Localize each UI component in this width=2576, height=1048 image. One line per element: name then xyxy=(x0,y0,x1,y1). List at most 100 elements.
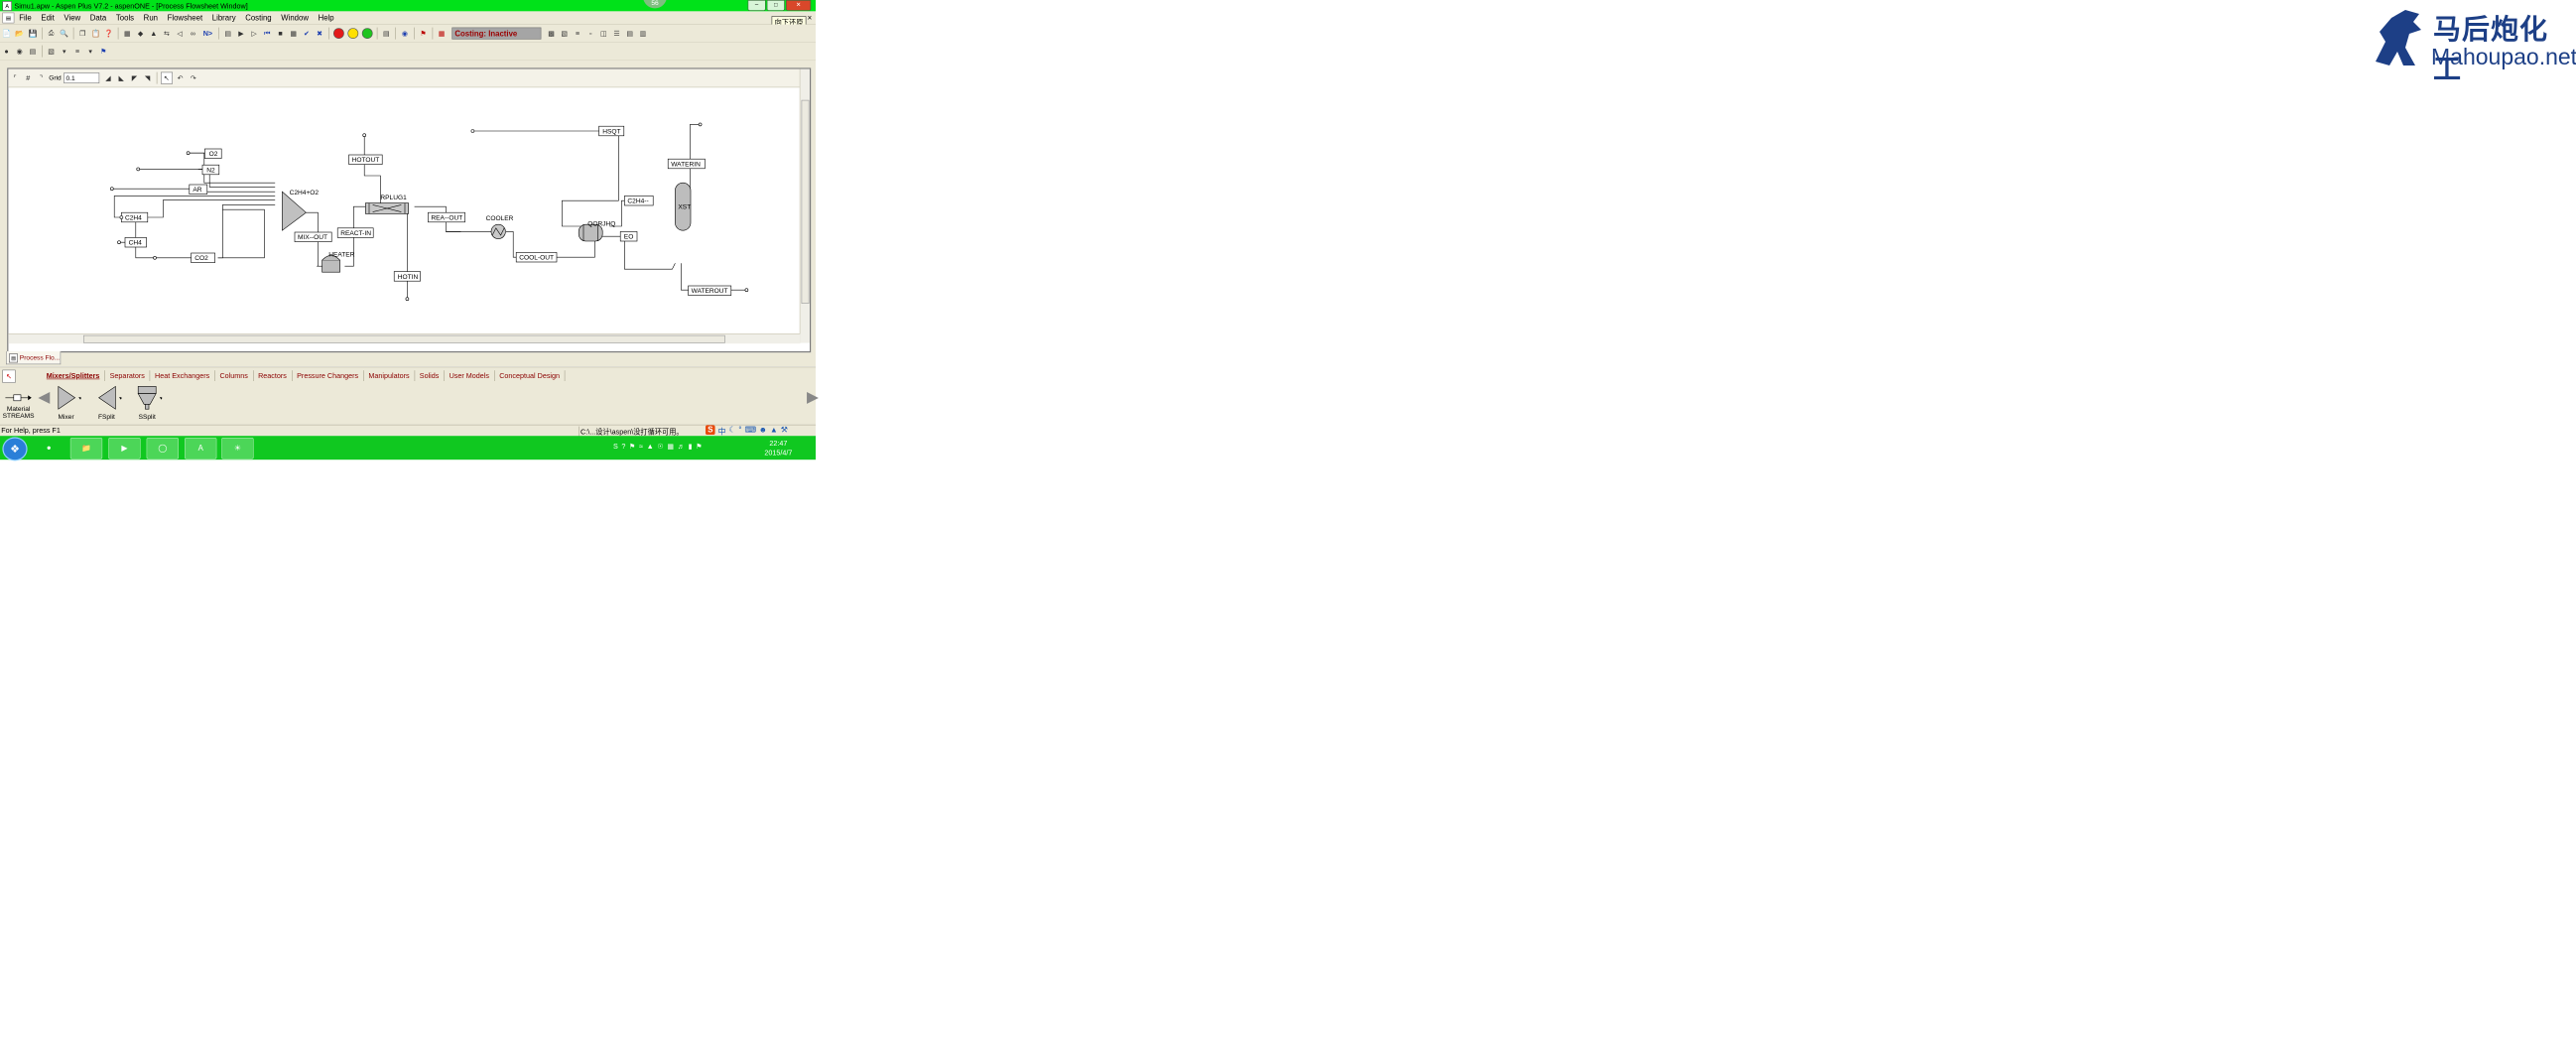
cancel-run-icon[interactable]: ✖ xyxy=(315,28,325,39)
mixer-model[interactable]: Mixer xyxy=(48,384,84,421)
open-folder-icon[interactable]: 📂 xyxy=(14,28,25,39)
stream-label-c2h4[interactable]: C2H4 xyxy=(125,214,142,221)
mdi-close-button[interactable]: × xyxy=(808,13,813,22)
close-button[interactable]: ✕ xyxy=(786,0,812,11)
units-flag-icon[interactable]: ⚑ xyxy=(98,46,109,57)
taskbar-media-player-icon[interactable]: ▶ xyxy=(108,438,141,459)
grid-size-select[interactable]: 0.1 xyxy=(64,72,100,83)
cost-evaluate-icon[interactable]: ▫ xyxy=(585,28,596,39)
process-flowsheet-tab[interactable]: ▤ Process Flo... xyxy=(6,351,62,365)
stream-label-hotin[interactable]: HOTIN xyxy=(398,274,419,281)
tab-conceptual-design[interactable]: Conceptual Design xyxy=(494,370,566,381)
menu-file[interactable]: File xyxy=(14,13,36,22)
ime-punctuation-icon[interactable]: ° xyxy=(738,425,741,436)
status-light-green-icon[interactable] xyxy=(361,27,373,39)
analysis-icon[interactable]: ▤ xyxy=(381,28,392,39)
menu-library[interactable]: Library xyxy=(207,13,240,22)
tab-reactors[interactable]: Reactors xyxy=(253,370,293,381)
select-pointer-icon[interactable]: ↖ xyxy=(160,71,173,84)
undo-icon[interactable]: ↶ xyxy=(175,72,186,83)
reinitialize-icon[interactable]: ⏮ xyxy=(262,28,273,39)
tray-action-center-icon[interactable]: ⚑ xyxy=(696,442,702,450)
grid-toggle-icon[interactable]: # xyxy=(23,72,34,83)
tab-pressure-changers[interactable]: Pressure Changers xyxy=(292,370,364,381)
cost-size-icon[interactable]: ≡ xyxy=(573,28,583,39)
stop-icon[interactable]: ■ xyxy=(275,28,286,39)
minimize-button[interactable]: – xyxy=(747,0,766,11)
vertical-scrollbar[interactable] xyxy=(799,68,811,343)
cost-list-icon[interactable]: ☰ xyxy=(611,28,622,39)
stream-label-cool-out[interactable]: COOL-OUT xyxy=(519,255,554,262)
stream-label-waterout[interactable]: WATEROUT xyxy=(692,288,728,295)
tray-show-hidden-icon[interactable]: ▲ xyxy=(647,442,654,450)
dropdown-arrow-icon[interactable]: ▾ xyxy=(59,46,69,57)
print-icon[interactable]: ⎙ xyxy=(46,28,57,39)
resize-icon[interactable]: ◥ xyxy=(142,72,153,83)
plot-icon[interactable]: ▤ xyxy=(28,46,39,57)
dropdown-arrow-icon[interactable]: ▾ xyxy=(85,46,96,57)
sogou-ime-icon[interactable]: S xyxy=(706,425,715,436)
draw-stream-icon[interactable]: ⌜ xyxy=(10,72,21,83)
tray-sogou-icon[interactable]: S xyxy=(613,442,618,450)
streams-icon[interactable]: ⇆ xyxy=(162,28,173,39)
taskbar-app-1[interactable]: ● xyxy=(34,438,64,458)
stream-label-hotout[interactable]: HOTOUT xyxy=(352,157,380,164)
tab-columns[interactable]: Columns xyxy=(215,370,254,381)
tab-separators[interactable]: Separators xyxy=(105,370,151,381)
snap-icon[interactable]: ⌝ xyxy=(36,72,47,83)
align-icon[interactable]: ◢ xyxy=(103,72,114,83)
maximize-button[interactable]: □ xyxy=(766,0,785,11)
cooler-block-icon[interactable] xyxy=(490,223,506,239)
cost-equipment-icon[interactable]: ▩ xyxy=(546,28,557,39)
flag-icon[interactable]: ⚑ xyxy=(418,28,429,39)
stream-label-waterin[interactable]: WATERIN xyxy=(671,161,701,168)
stream-label-hsqt[interactable]: HSQT xyxy=(602,128,620,135)
taskbar-app-6[interactable]: ☀ xyxy=(221,438,254,459)
ssplit-model[interactable]: SSplit xyxy=(129,384,166,421)
status-light-yellow-icon[interactable] xyxy=(347,27,359,39)
cost-report-icon[interactable]: ▤ xyxy=(624,28,635,39)
components-icon[interactable]: ◆ xyxy=(135,28,146,39)
data-browser-icon[interactable]: ◉ xyxy=(14,46,25,57)
tray-signal-icon[interactable]: ▮ xyxy=(689,442,693,450)
cost-export-icon[interactable]: ▥ xyxy=(638,28,649,39)
help-pointer-icon[interactable]: ❓ xyxy=(103,28,114,39)
horizontal-scrollbar[interactable] xyxy=(8,333,801,344)
menu-help[interactable]: Help xyxy=(314,13,339,22)
menu-view[interactable]: View xyxy=(60,13,85,22)
tab-user-models[interactable]: User Models xyxy=(445,370,495,381)
cost-detail-icon[interactable]: ◫ xyxy=(598,28,609,39)
tray-volume-icon[interactable]: ♬ xyxy=(678,442,685,450)
tab-solids[interactable]: Solids xyxy=(415,370,445,381)
check-results-icon[interactable]: ✔ xyxy=(302,28,313,39)
stream-label-ch4[interactable]: CH4 xyxy=(129,240,143,247)
streams-palette[interactable]: Material STREAMS xyxy=(1,390,36,420)
flip-icon[interactable]: ◤ xyxy=(129,72,140,83)
document-icon[interactable]: ▤ xyxy=(2,12,15,24)
taskbar-aspen-icon[interactable]: A xyxy=(185,438,217,459)
cost-map-icon[interactable]: ▧ xyxy=(559,28,570,39)
tab-heat-exchangers[interactable]: Heat Exchangers xyxy=(150,370,215,381)
utilities-icon[interactable]: ∞ xyxy=(188,28,198,39)
menu-data[interactable]: Data xyxy=(85,13,111,22)
palette-scroll-right-icon[interactable]: ▶ xyxy=(807,388,819,407)
ime-language[interactable]: 中 xyxy=(718,425,726,436)
control-panel-icon[interactable]: ▤ xyxy=(222,28,233,39)
taskbar-explorer-icon[interactable]: 📁 xyxy=(69,438,103,459)
taskbar-clock[interactable]: 22:47 2015/4/7 xyxy=(764,439,792,458)
start-button[interactable]: ❖ xyxy=(2,437,28,461)
tray-network-icon[interactable]: ▦ xyxy=(667,442,674,450)
costing-grid-icon[interactable]: ▦ xyxy=(437,28,448,39)
menu-flowsheet[interactable]: Flowsheet xyxy=(163,13,207,22)
properties-icon[interactable]: ▲ xyxy=(148,28,159,39)
tab-mixers-splitters[interactable]: Mixers/Splitters xyxy=(42,370,105,381)
vertical-scroll-thumb[interactable] xyxy=(801,99,810,304)
tab-manipulators[interactable]: Manipulators xyxy=(364,370,415,381)
model-palette-icon[interactable]: ● xyxy=(1,46,12,57)
tray-security-icon[interactable]: ☉ xyxy=(657,442,663,450)
results-icon[interactable]: ▦ xyxy=(288,28,299,39)
next-icon[interactable]: N> xyxy=(200,28,214,39)
plot-wizard-icon[interactable]: ▧ xyxy=(46,46,57,57)
stream-label-co2[interactable]: CO2 xyxy=(194,255,208,262)
blocks-icon[interactable]: ◁ xyxy=(175,28,186,39)
